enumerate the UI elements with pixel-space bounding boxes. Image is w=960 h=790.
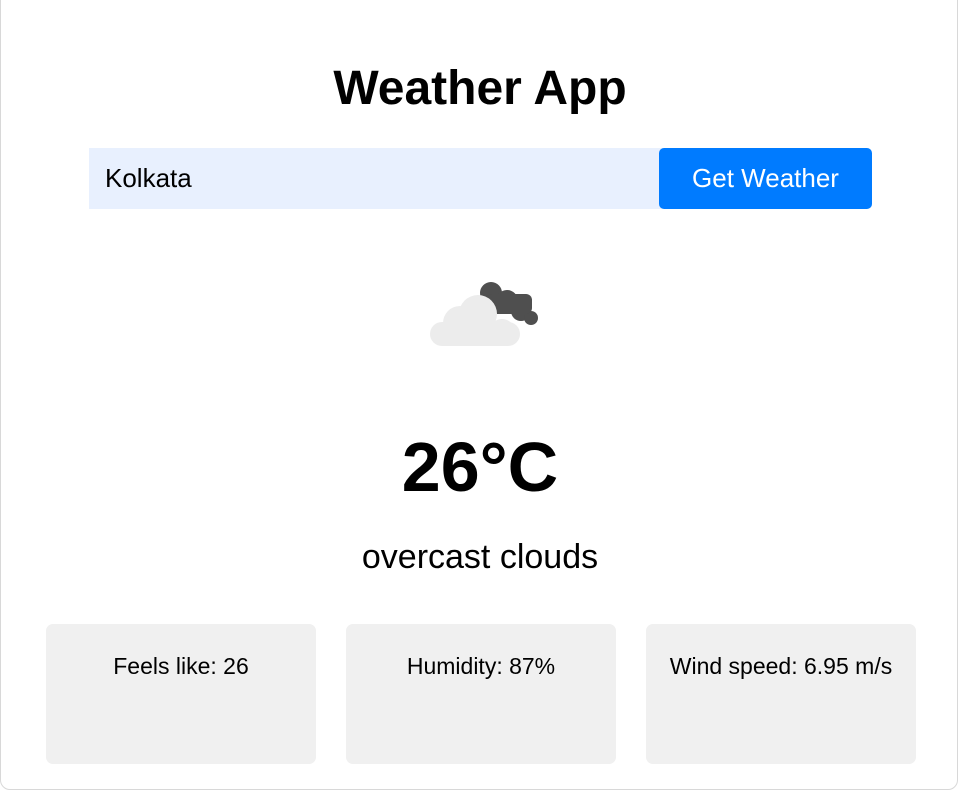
humidity-text: Humidity: 87%	[406, 653, 556, 679]
temperature: 26°C	[401, 428, 559, 506]
get-weather-button[interactable]: Get Weather	[659, 148, 872, 209]
weather-description: overcast clouds	[361, 538, 599, 576]
broken-clouds-icon	[424, 272, 542, 354]
feels-like-text: Feels like: 26	[113, 653, 249, 679]
feels-like-card: Feels like: 26	[46, 624, 316, 764]
page-title: Weather App	[333, 62, 627, 115]
wind-speed-text: Wind speed: 6.95 m/s	[669, 653, 893, 679]
city-input[interactable]	[89, 148, 667, 209]
humidity-card: Humidity: 87%	[346, 624, 616, 764]
search-row: Get Weather	[89, 148, 872, 209]
wind-speed-card: Wind speed: 6.95 m/s	[646, 624, 916, 764]
